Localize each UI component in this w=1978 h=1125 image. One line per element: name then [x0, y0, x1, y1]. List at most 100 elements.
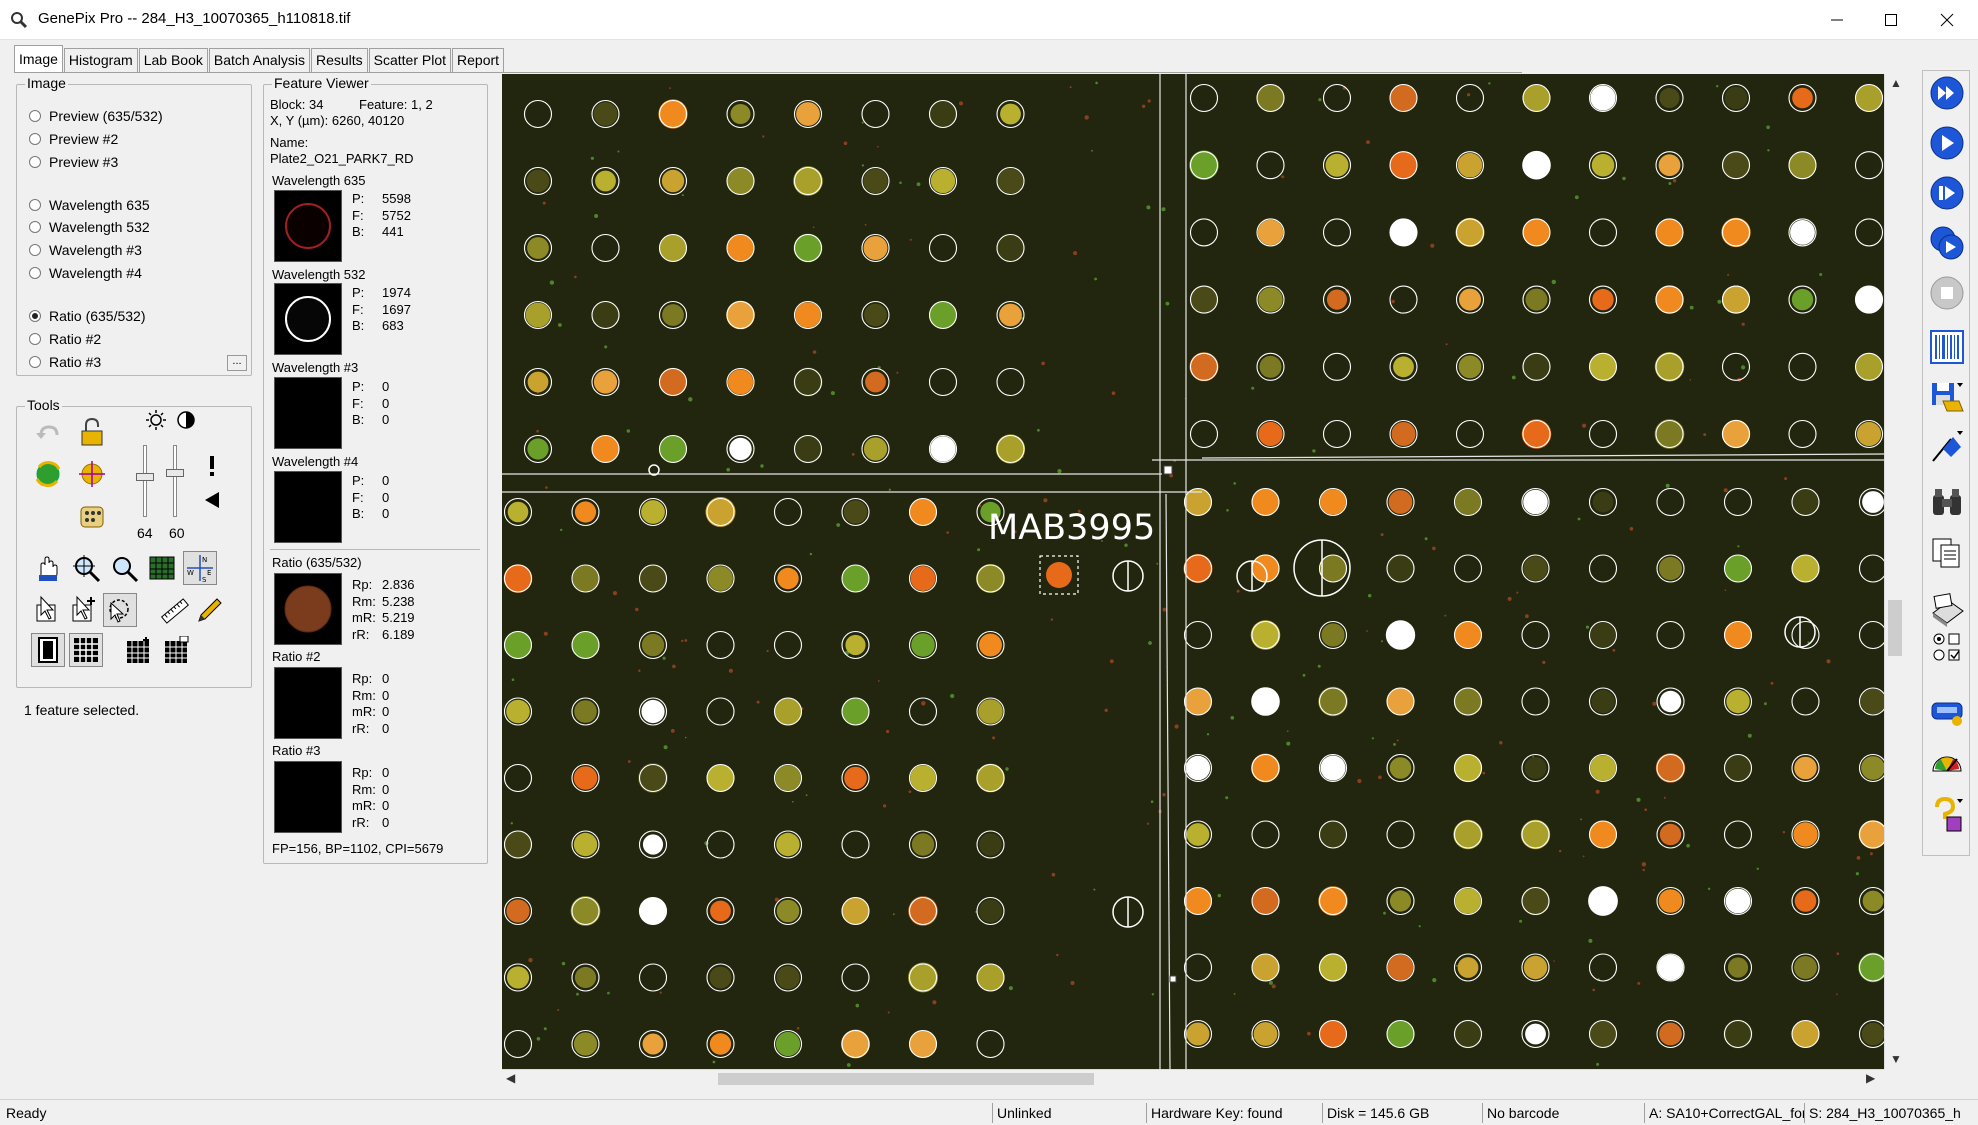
gauge-icon[interactable]	[1927, 743, 1967, 783]
radio-button[interactable]	[29, 244, 41, 256]
tab-image[interactable]: Image	[14, 45, 63, 73]
tab-scatter-plot[interactable]: Scatter Plot	[368, 48, 452, 72]
grid-block-icon[interactable]	[121, 633, 155, 667]
radio-preview-3[interactable]: Preview #3	[29, 153, 118, 171]
horizontal-scroll-thumb[interactable]	[718, 1073, 1094, 1085]
microarray-spot	[1592, 288, 1614, 311]
binoculars-icon[interactable]	[1927, 483, 1967, 523]
radio-button[interactable]	[29, 110, 41, 122]
radio-ratio-635-532[interactable]: Ratio (635/532)	[29, 307, 146, 325]
microarray-spot	[1590, 1021, 1616, 1047]
fast-forward-icon[interactable]	[1927, 73, 1967, 113]
scroll-left-arrow-icon[interactable]: ◀	[506, 1071, 515, 1085]
contrast-slider-thumb[interactable]	[166, 469, 184, 477]
radio-button[interactable]	[29, 133, 41, 145]
collapse-icon[interactable]	[195, 485, 229, 515]
microarray-spot	[793, 166, 823, 196]
microarray-spot	[979, 833, 1002, 856]
background-speckle	[1707, 887, 1711, 890]
lock-icon[interactable]	[75, 415, 109, 449]
save-icon[interactable]	[1927, 377, 1967, 417]
scroll-right-arrow-icon[interactable]: ▶	[1866, 1071, 1875, 1085]
compass-icon[interactable]: NE W S	[183, 551, 217, 585]
add-feature-icon[interactable]	[67, 593, 101, 627]
radio-preview-635-532[interactable]: Preview (635/532)	[29, 107, 163, 125]
wl635-b: 441	[382, 224, 404, 239]
image-options-button[interactable]: ...	[227, 355, 247, 371]
brightness-slider[interactable]	[143, 445, 147, 517]
background-speckle	[627, 760, 631, 763]
radio-button[interactable]	[29, 356, 41, 368]
zoom-center-icon[interactable]	[69, 551, 103, 585]
help-icon[interactable]	[1927, 795, 1967, 835]
background-speckle	[1689, 379, 1692, 381]
radio-button[interactable]	[29, 267, 41, 279]
options-icon[interactable]	[1927, 631, 1967, 667]
stop-icon[interactable]	[1927, 273, 1967, 313]
radio-wavelength-3[interactable]: Wavelength #3	[29, 241, 142, 259]
vertical-scroll-thumb[interactable]	[1888, 600, 1902, 656]
background-speckle	[1756, 867, 1760, 870]
radio-ratio-3[interactable]: Ratio #3	[29, 353, 101, 371]
flag-icon[interactable]	[1927, 427, 1967, 467]
settings-grid-icon[interactable]	[159, 633, 193, 667]
center-icon[interactable]	[75, 457, 109, 491]
horizontal-scrollbar[interactable]: ◀ ▶	[502, 1069, 1884, 1087]
blocks-icon[interactable]	[69, 633, 103, 667]
contrast-slider[interactable]	[173, 445, 177, 517]
select-icon[interactable]	[31, 593, 65, 627]
undo-icon[interactable]	[31, 417, 65, 451]
maximize-button[interactable]	[1862, 0, 1920, 40]
pencil-icon[interactable]	[193, 593, 227, 627]
lasso-icon[interactable]	[103, 593, 137, 627]
svg-text:S: S	[202, 576, 207, 583]
radio-wavelength-4[interactable]: Wavelength #4	[29, 264, 142, 282]
zoom-icon[interactable]	[107, 551, 141, 585]
block-icon[interactable]	[31, 633, 65, 667]
scanner-icon[interactable]	[1927, 589, 1967, 629]
radio-ratio-2[interactable]: Ratio #2	[29, 330, 101, 348]
background-speckle	[886, 729, 890, 734]
batch-icon[interactable]	[1927, 223, 1967, 263]
radio-wavelength-635[interactable]: Wavelength 635	[29, 196, 150, 214]
microarray-spot	[658, 99, 688, 129]
alert-icon[interactable]	[195, 451, 229, 481]
background-speckle	[1161, 207, 1166, 212]
brightness-slider-thumb[interactable]	[136, 473, 154, 481]
background-speckle	[1663, 796, 1666, 799]
close-button[interactable]	[1918, 0, 1976, 40]
background-speckle	[1737, 545, 1740, 548]
svg-text:N: N	[202, 556, 207, 564]
tab-histogram[interactable]: Histogram	[63, 48, 138, 72]
step-icon[interactable]	[1927, 173, 1967, 213]
tab-results[interactable]: Results	[310, 48, 368, 72]
tab-lab-book[interactable]: Lab Book	[138, 48, 208, 72]
tab-report[interactable]: Report	[452, 48, 505, 72]
radio-button[interactable]	[29, 310, 41, 322]
play-icon[interactable]	[1927, 123, 1967, 163]
tab-batch-analysis[interactable]: Batch Analysis	[208, 48, 310, 72]
radio-button[interactable]	[29, 199, 41, 211]
hand-icon[interactable]	[31, 551, 65, 585]
barcode-icon[interactable]	[1927, 327, 1967, 367]
microarray-image-view[interactable]: MAB3995	[502, 74, 1884, 1069]
rotate-icon[interactable]	[31, 457, 65, 491]
grid-icon[interactable]	[145, 551, 179, 585]
radio-wavelength-532[interactable]: Wavelength 532	[29, 218, 150, 236]
radio-button[interactable]	[29, 333, 41, 345]
background-speckle	[659, 991, 662, 994]
microarray-image[interactable]	[502, 74, 1884, 1069]
radio-button[interactable]	[29, 156, 41, 168]
copy-icon[interactable]	[1927, 533, 1967, 573]
ratio-2-thumbnail	[274, 667, 342, 739]
scroll-down-arrow-icon[interactable]: ▼	[1890, 1052, 1902, 1066]
hardware-icon[interactable]	[1927, 691, 1967, 731]
palette-icon[interactable]	[75, 499, 109, 533]
vertical-scrollbar[interactable]: ▲ ▼	[1884, 74, 1904, 1069]
ruler-icon[interactable]	[157, 593, 191, 627]
radio-button[interactable]	[29, 221, 41, 233]
radio-preview-2[interactable]: Preview #2	[29, 130, 118, 148]
minimize-button[interactable]	[1808, 0, 1866, 40]
scroll-up-arrow-icon[interactable]: ▲	[1890, 76, 1902, 90]
radio-label: Ratio #2	[49, 331, 102, 347]
